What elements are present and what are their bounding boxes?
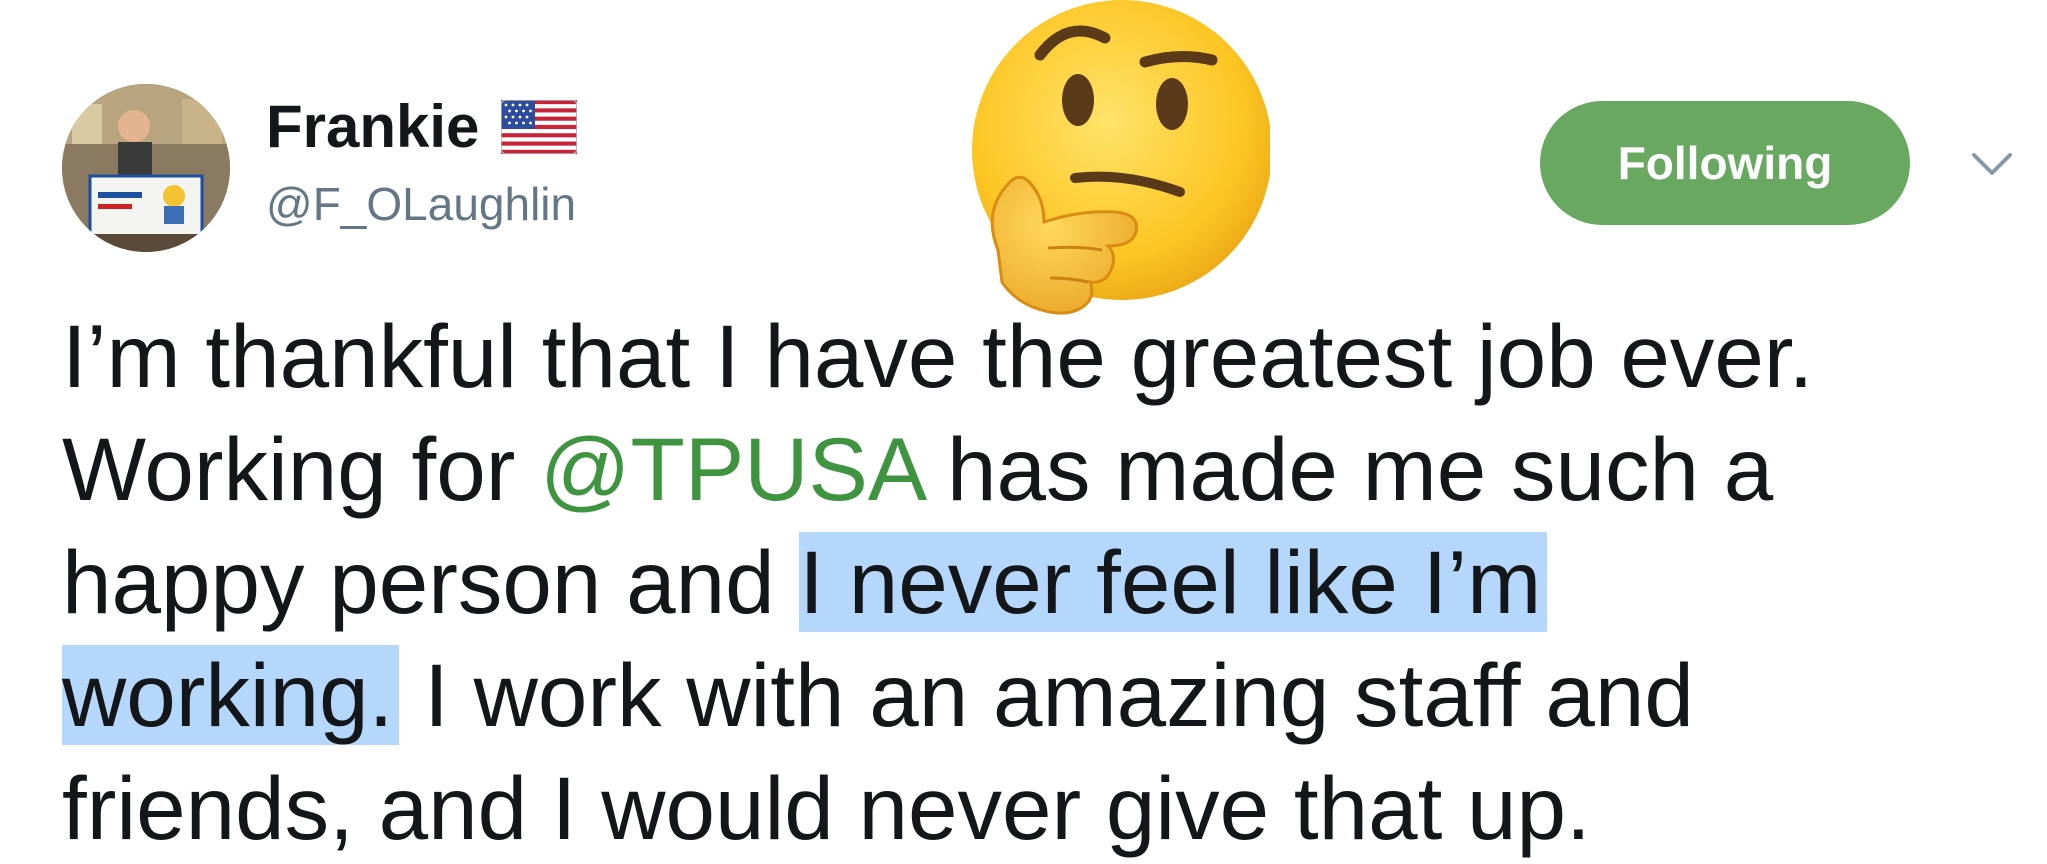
tweet-line: I’m thankful that I have the greatest jo… — [62, 300, 2022, 413]
display-name[interactable]: Frankie — [266, 92, 479, 162]
tweet-text-segment: I’m thankful that I have the greatest jo… — [62, 306, 1814, 406]
tweet-line: working. I work with an amazing staff an… — [62, 639, 2022, 752]
following-button[interactable]: Following — [1540, 101, 1910, 225]
user-handle[interactable]: @F_OLaughlin — [266, 176, 576, 232]
chevron-down-icon[interactable] — [1968, 145, 2016, 181]
tweet-line: friends, and I would never give that up. — [62, 752, 2022, 864]
us-flag-icon — [501, 100, 578, 154]
tweet-line: Working for @TPUSA has made me such a — [62, 413, 2022, 526]
thinking-face-icon — [972, 0, 1270, 315]
display-name-row: Frankie — [266, 92, 578, 162]
avatar[interactable] — [62, 84, 230, 252]
tweet-card: Frankie @F_OLaughlin Following I’m thank… — [0, 0, 2047, 864]
tweet-text: I’m thankful that I have the greatest jo… — [62, 300, 2022, 864]
highlighted-text: working. — [62, 645, 400, 745]
tweet-text-segment: has made me such a — [922, 419, 1774, 519]
tweet-text-segment: friends, and I would never give that up. — [62, 758, 1591, 858]
tweet-text-segment: I work with an amazing staff and — [399, 645, 1694, 745]
tweet-line: happy person and I never feel like I’m — [62, 526, 2022, 639]
highlighted-text: I never feel like I’m — [799, 532, 1548, 632]
avatar-image — [62, 84, 230, 252]
tweet-text-segment: Working for — [62, 419, 541, 519]
mention-link[interactable]: @TPUSA — [540, 419, 922, 519]
tweet-text-segment: happy person and — [62, 532, 800, 632]
